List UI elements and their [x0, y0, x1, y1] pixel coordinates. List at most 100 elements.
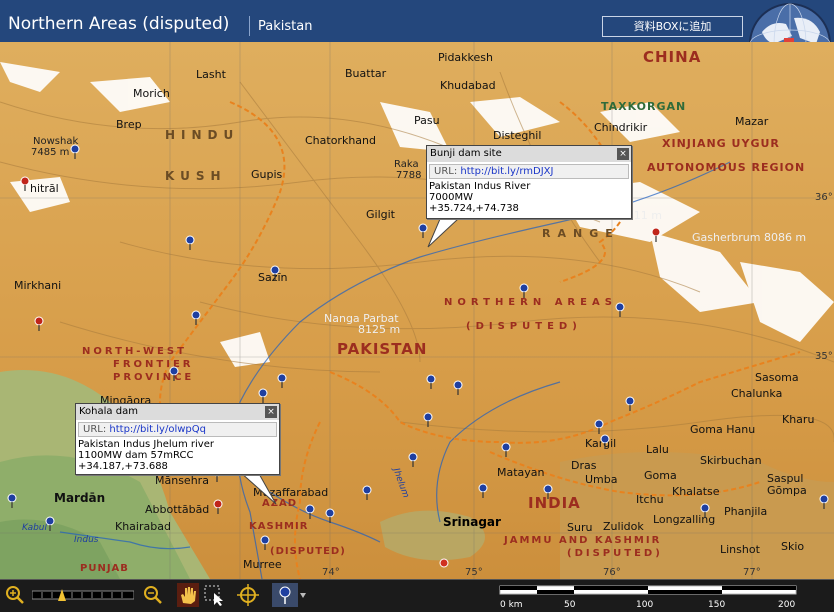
place-brep: Brep: [116, 118, 142, 131]
map-pin-icon[interactable]: [324, 508, 336, 524]
zoom-in-icon[interactable]: [4, 584, 26, 606]
place-khalatse: Khalatse: [672, 485, 720, 498]
lat-label: 35°: [815, 351, 833, 362]
map-pin-icon[interactable]: [624, 396, 636, 412]
popup-line: +34.187,+73.688: [78, 461, 168, 472]
map-viewport[interactable]: CHINA PAKISTAN INDIA TAXKORGAN XINJIANG …: [0, 42, 834, 579]
popup-url-row: URL: http://bit.ly/rmDJXJ: [429, 164, 629, 179]
place-morich: Morich: [133, 87, 170, 100]
popup-url-label: URL:: [434, 166, 458, 177]
map-pin-icon[interactable]: [699, 503, 711, 519]
place-itchu: Itchu: [636, 493, 664, 506]
popup-kohala-dam: Kohala dam × URL: http://bit.ly/olwpQq P…: [75, 403, 280, 475]
place-goma-hanu: Goma Hanu: [690, 423, 756, 436]
label-jk-2: (DISPUTED): [567, 548, 663, 559]
place-kharu: Kharu: [782, 413, 815, 426]
popup-header: Kohala dam ×: [76, 404, 279, 420]
map-pin-icon[interactable]: [44, 516, 56, 532]
lon-label: 77°: [743, 567, 761, 578]
label-azad-1: AZAD: [262, 498, 298, 509]
map-pin-icon[interactable]: [257, 388, 269, 404]
map-pin-icon[interactable]: [599, 434, 611, 450]
hand-pan-icon[interactable]: [177, 583, 199, 607]
map-pin-icon[interactable]: [593, 419, 605, 435]
map-pin-icon[interactable]: [19, 176, 31, 192]
map-pin-icon[interactable]: [500, 442, 512, 458]
crosshair-center-icon[interactable]: [236, 583, 260, 607]
map-pin-icon[interactable]: [184, 235, 196, 251]
map-pin-icon[interactable]: [417, 223, 429, 239]
place-skirbuchan: Skirbuchan: [700, 454, 762, 467]
map-pin-icon[interactable]: [477, 483, 489, 499]
place-dras: Dras: [571, 459, 597, 472]
peak-nanga-parbat-height: 8125 m: [358, 323, 401, 336]
map-pin-icon[interactable]: [650, 227, 662, 243]
map-pin-icon[interactable]: [168, 366, 180, 382]
zoom-out-icon[interactable]: [142, 584, 164, 606]
label-azad-3: (DISPUTED): [270, 546, 346, 557]
map-pin-icon[interactable]: [259, 535, 271, 551]
popup-line: 7000MW: [429, 192, 473, 203]
zoom-slider[interactable]: [32, 588, 134, 602]
map-pin-icon[interactable]: [304, 504, 316, 520]
map-pin-icon[interactable]: [614, 302, 626, 318]
place-murree: Murree: [243, 558, 282, 571]
popup-url-link[interactable]: http://bit.ly/rmDJXJ: [460, 166, 553, 177]
place-suru: Suru: [567, 521, 593, 534]
place-gilgit: Gilgit: [366, 208, 395, 221]
label-nwfp-1: NORTH-WEST: [82, 346, 187, 357]
place-zulidok: Zulidok: [603, 520, 644, 533]
place-goma: Goma: [644, 469, 677, 482]
scale-tick: 100: [636, 600, 653, 610]
place-lasht: Lasht: [196, 68, 226, 81]
map-pin-icon[interactable]: [818, 494, 830, 510]
place-chindrikir: Chindrikir: [594, 121, 648, 134]
map-pin-icon[interactable]: [69, 144, 81, 160]
map-pin-icon[interactable]: [425, 374, 437, 390]
label-kush: KUSH: [165, 169, 227, 183]
place-matayan: Matayan: [497, 466, 545, 479]
place-disteghil: Disteghil: [493, 129, 542, 142]
map-pin-icon[interactable]: [33, 316, 45, 332]
map-pin-icon[interactable]: [518, 283, 530, 299]
place-pasu: Pasu: [414, 114, 440, 127]
popup-bunji-dam: Bunji dam site × URL: http://bit.ly/rmDJ…: [426, 145, 632, 219]
map-pin-icon[interactable]: [269, 265, 281, 281]
close-icon[interactable]: ×: [265, 406, 277, 418]
lon-label: 75°: [465, 567, 483, 578]
peak-gasherbrum: Gasherbrum 8086 m: [692, 231, 807, 244]
place-lalu: Lalu: [646, 443, 669, 456]
label-punjab: PUNJAB: [80, 563, 129, 574]
map-pin-icon[interactable]: [276, 373, 288, 389]
map-pin-icon[interactable]: [407, 452, 419, 468]
lat-label: 36°: [815, 192, 833, 203]
map-pin-icon[interactable]: [361, 485, 373, 501]
add-to-box-button[interactable]: 資料BOXに追加: [602, 16, 743, 37]
place-phanjila: Phanjila: [724, 505, 768, 518]
map-pin-icon[interactable]: [212, 499, 224, 515]
peak-rakaposhi: Raka: [394, 159, 419, 170]
select-area-icon[interactable]: [202, 583, 224, 607]
place-pidakkesh: Pidakkesh: [438, 51, 493, 64]
label-nwfp-2: FRONTIER: [113, 359, 194, 370]
map-pin-icon[interactable]: [422, 412, 434, 428]
popup-header: Bunji dam site ×: [427, 146, 631, 162]
scale-bar: 0 km 50 100 150 200: [499, 585, 797, 610]
map-pin-icon[interactable]: [190, 310, 202, 326]
map-pin-icon[interactable]: [452, 380, 464, 396]
place-gompa: Gōmpa: [767, 484, 807, 497]
map-pin-icon[interactable]: [6, 493, 18, 509]
map-pin-icon[interactable]: [542, 484, 554, 500]
popup-line: 1100MW dam 57mRCC: [78, 450, 194, 461]
label-hindu: HINDU: [165, 128, 240, 142]
place-abbottabad: Abbottābād: [145, 503, 210, 516]
popup-line: +35.724,+74.738: [429, 203, 519, 214]
popup-url-link[interactable]: http://bit.ly/olwpQq: [109, 424, 206, 435]
lon-label: 76°: [603, 567, 621, 578]
label-xinjiang-1: XINJIANG UYGUR: [662, 137, 780, 150]
pin-tool-dropdown[interactable]: [272, 583, 308, 607]
chevron-down-icon: [300, 593, 306, 598]
popup-title: Kohala dam: [79, 406, 138, 417]
close-icon[interactable]: ×: [617, 148, 629, 160]
peak-nowshak-height: 7485 m: [31, 147, 70, 158]
